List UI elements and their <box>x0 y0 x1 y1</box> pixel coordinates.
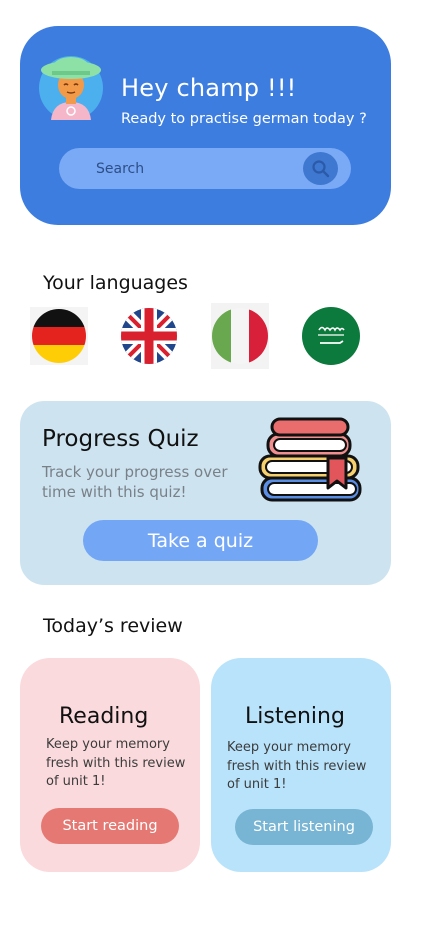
header-card: Hey champ !!! Ready to practise german t… <box>20 26 391 225</box>
search-bar <box>59 148 351 189</box>
germany-flag-icon[interactable] <box>30 307 88 365</box>
start-reading-button[interactable]: Start reading <box>41 808 179 844</box>
review-title: Today’s review <box>43 615 183 637</box>
quiz-description: Track your progress over time with this … <box>42 463 228 501</box>
reading-card[interactable]: Reading Keep your memory fresh with this… <box>20 658 200 872</box>
italy-flag-icon[interactable] <box>211 303 269 369</box>
search-button[interactable] <box>303 152 338 185</box>
greeting-text: Hey champ !!! <box>121 74 297 102</box>
subtitle-text: Ready to practise german today ? <box>121 111 367 127</box>
search-input[interactable] <box>94 159 298 178</box>
start-listening-button[interactable]: Start listening <box>235 809 373 845</box>
quiz-title: Progress Quiz <box>42 426 199 452</box>
reading-title: Reading <box>59 704 149 729</box>
listening-title: Listening <box>245 704 345 729</box>
listening-card[interactable]: Listening Keep your memory fresh with th… <box>211 658 391 872</box>
take-quiz-button[interactable]: Take a quiz <box>83 520 318 561</box>
languages-title: Your languages <box>43 272 188 294</box>
search-icon <box>311 159 329 177</box>
uk-flag-icon[interactable] <box>120 307 178 365</box>
saudi-arabia-flag-icon[interactable] <box>302 307 360 365</box>
reading-description: Keep your memory fresh with this review … <box>46 737 186 789</box>
user-avatar-icon[interactable] <box>39 56 103 120</box>
books-icon <box>258 416 366 510</box>
progress-quiz-card: Progress Quiz Track your progress over t… <box>20 401 391 585</box>
listening-description: Keep your memory fresh with this review … <box>227 740 367 792</box>
